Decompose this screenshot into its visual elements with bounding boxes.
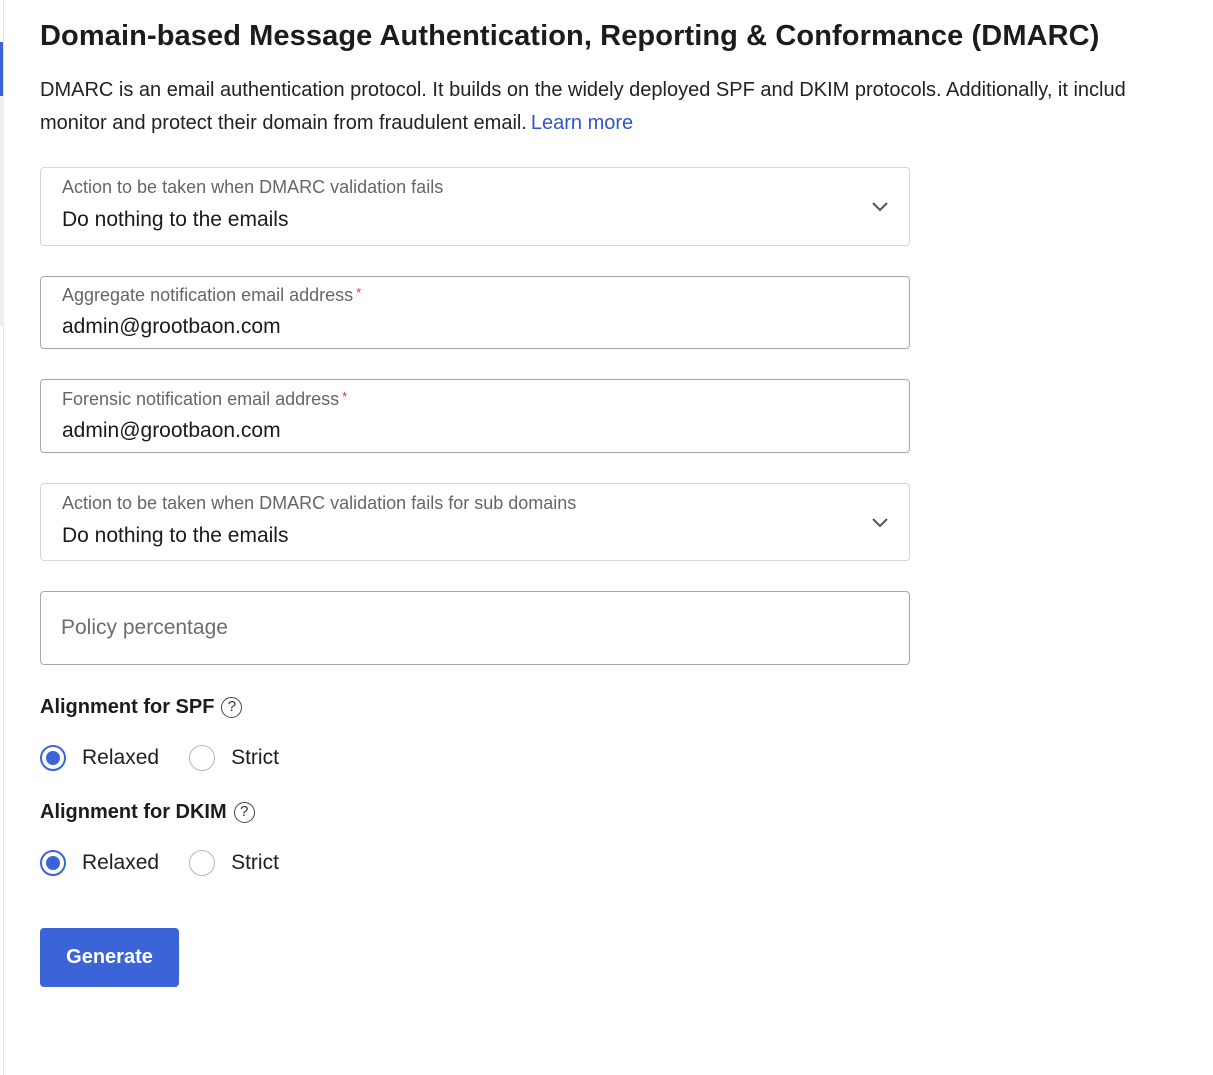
spf-alignment-label: Alignment for SPF bbox=[40, 696, 215, 718]
forensic-email-field[interactable]: Forensic notification email address * adm… bbox=[40, 379, 910, 453]
left-sidebar-edge bbox=[0, 0, 4, 1075]
aggregate-email-label: Aggregate notification email address * bbox=[62, 285, 361, 306]
learn-more-link[interactable]: Learn more bbox=[531, 112, 633, 134]
dmarc-action-select[interactable]: Action to be taken when DMARC validation… bbox=[40, 167, 910, 246]
policy-percentage-input[interactable]: Policy percentage bbox=[40, 591, 910, 665]
dkim-strict-label: Strict bbox=[231, 851, 279, 874]
forensic-email-value: admin@grootbaon.com bbox=[62, 419, 281, 442]
description-line-1: DMARC is an email authentication protoco… bbox=[40, 79, 1126, 101]
policy-percentage-placeholder: Policy percentage bbox=[61, 616, 228, 639]
dkim-relaxed-label: Relaxed bbox=[82, 851, 160, 874]
spf-alignment-radio-group: Relaxed Strict bbox=[40, 745, 309, 771]
aggregate-email-field[interactable]: Aggregate notification email address * ad… bbox=[40, 276, 910, 349]
required-mark: * bbox=[342, 389, 348, 404]
active-nav-indicator bbox=[0, 42, 3, 96]
forensic-email-label-text: Forensic notification email address bbox=[62, 389, 340, 409]
subdomain-action-value: Do nothing to the emails bbox=[62, 524, 289, 547]
chevron-down-icon bbox=[872, 202, 888, 212]
required-mark: * bbox=[356, 285, 362, 300]
subdomain-action-label: Action to be taken when DMARC validation… bbox=[62, 493, 577, 513]
description-line-2-text: monitor and protect their domain from fr… bbox=[40, 112, 527, 134]
dkim-alignment-label: Alignment for DKIM bbox=[40, 801, 227, 823]
help-icon[interactable]: ? bbox=[233, 802, 255, 823]
generate-button[interactable]: Generate bbox=[40, 928, 179, 987]
radio-selected-indicator[interactable] bbox=[40, 850, 66, 876]
subdomain-action-select[interactable]: Action to be taken when DMARC validation… bbox=[40, 483, 910, 561]
aggregate-email-value: admin@grootbaon.com bbox=[62, 315, 281, 338]
dkim-alignment-radio-group: Relaxed Strict bbox=[40, 850, 309, 876]
radio-selected-indicator[interactable] bbox=[40, 745, 66, 771]
help-icon[interactable]: ? bbox=[221, 697, 243, 718]
chevron-down-icon bbox=[872, 518, 888, 528]
sidebar-shade bbox=[0, 96, 4, 326]
spf-strict-label: Strict bbox=[231, 746, 279, 769]
dkim-alignment-title: Alignment for DKIM ? bbox=[40, 801, 255, 824]
radio-unselected-indicator[interactable] bbox=[189, 745, 216, 771]
dkim-strict-radio[interactable]: Strict bbox=[189, 850, 279, 876]
page-title: Domain-based Message Authentication, Rep… bbox=[40, 20, 1100, 52]
radio-unselected-indicator[interactable] bbox=[189, 850, 216, 876]
dmarc-action-label: Action to be taken when DMARC validation… bbox=[62, 177, 444, 197]
spf-relaxed-radio[interactable]: Relaxed bbox=[40, 745, 159, 771]
forensic-email-label: Forensic notification email address * bbox=[62, 389, 347, 410]
description-line-2: monitor and protect their domain from fr… bbox=[40, 107, 1213, 140]
page-description: DMARC is an email authentication protoco… bbox=[40, 74, 1213, 140]
spf-strict-radio[interactable]: Strict bbox=[189, 745, 279, 771]
dkim-relaxed-radio[interactable]: Relaxed bbox=[40, 850, 159, 876]
dmarc-action-value: Do nothing to the emails bbox=[62, 208, 289, 231]
spf-alignment-title: Alignment for SPF ? bbox=[40, 696, 243, 719]
spf-relaxed-label: Relaxed bbox=[82, 746, 160, 769]
aggregate-email-label-text: Aggregate notification email address bbox=[62, 285, 354, 305]
